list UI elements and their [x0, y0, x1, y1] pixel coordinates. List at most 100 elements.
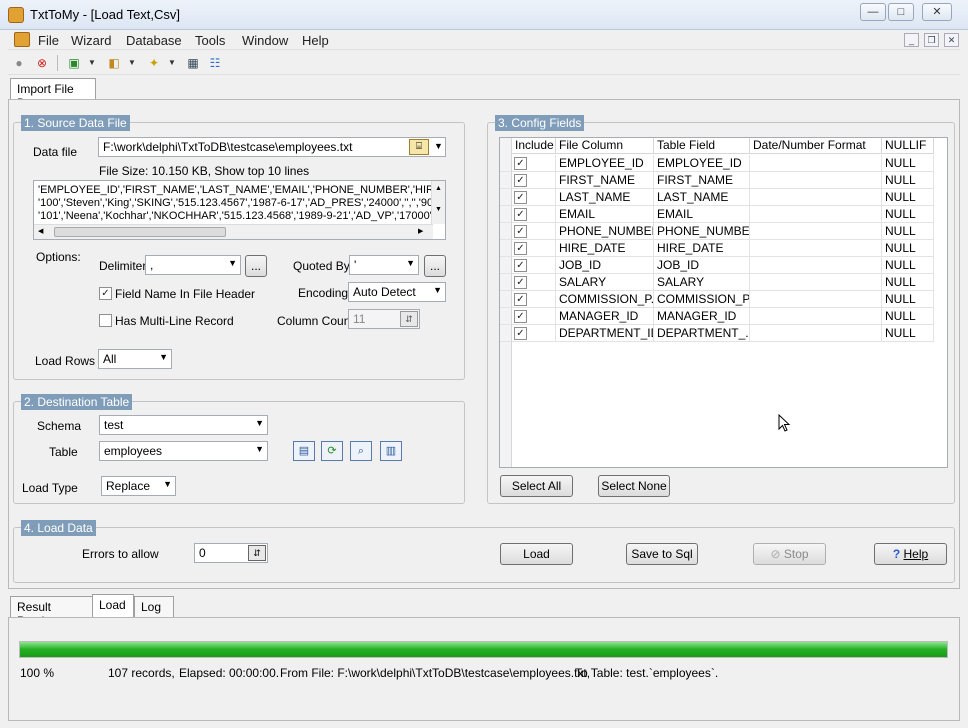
cell-format[interactable]	[750, 189, 882, 206]
save-to-sql-button[interactable]: Save to Sql	[626, 543, 698, 565]
load-rows-combo[interactable]: All ▼	[98, 349, 172, 369]
cell-nullif[interactable]: NULL	[882, 189, 934, 206]
tab-load[interactable]: Load	[92, 594, 134, 618]
close-button[interactable]: ✕	[922, 3, 952, 21]
scroll-thumb[interactable]	[54, 227, 226, 237]
stop-button[interactable]: ⊘ Stop	[753, 543, 826, 565]
chevron-down-icon[interactable]: ▼	[88, 55, 96, 71]
load-type-combo[interactable]: Replace ▼	[101, 476, 176, 496]
column-header-nullif[interactable]: NULLIF	[882, 138, 934, 154]
minimize-button[interactable]: —	[860, 3, 886, 21]
include-checkbox[interactable]: ✓	[514, 225, 527, 238]
help-button[interactable]: ? Help	[874, 543, 947, 565]
grid-icon[interactable]: ☷	[206, 54, 224, 72]
vertical-scrollbar[interactable]: ▲ ▼	[431, 181, 445, 224]
maximize-button[interactable]: □	[888, 3, 914, 21]
cell-nullif[interactable]: NULL	[882, 291, 934, 308]
cell-file-column[interactable]: PHONE_NUMBER	[556, 223, 654, 240]
table-columns-icon[interactable]: ▥	[380, 441, 402, 461]
row-header[interactable]	[500, 274, 512, 291]
wand-icon[interactable]: ✦	[145, 54, 163, 72]
quoted-by-more-button[interactable]: ...	[424, 255, 446, 277]
cell-format[interactable]	[750, 308, 882, 325]
menu-tools[interactable]: Tools	[195, 33, 225, 48]
cell-table-field[interactable]: DEPARTMENT_...	[654, 325, 750, 342]
column-count-spin[interactable]: 11 ⇵	[348, 309, 420, 329]
cell-table-field[interactable]: JOB_ID	[654, 257, 750, 274]
cell-file-column[interactable]: DEPARTMENT_ID	[556, 325, 654, 342]
cell-nullif[interactable]: NULL	[882, 223, 934, 240]
cell-format[interactable]	[750, 223, 882, 240]
cell-table-field[interactable]: SALARY	[654, 274, 750, 291]
table-combo[interactable]: employees ▼	[99, 441, 268, 461]
row-header[interactable]	[500, 189, 512, 206]
cell-file-column[interactable]: JOB_ID	[556, 257, 654, 274]
menu-window[interactable]: Window	[242, 33, 288, 48]
cell-file-column[interactable]: MANAGER_ID	[556, 308, 654, 325]
cell-format[interactable]	[750, 274, 882, 291]
cell-format[interactable]	[750, 325, 882, 342]
cell-nullif[interactable]: NULL	[882, 172, 934, 189]
cell-format[interactable]	[750, 291, 882, 308]
cell-file-column[interactable]: COMMISSION_P...	[556, 291, 654, 308]
cell-table-field[interactable]: HIRE_DATE	[654, 240, 750, 257]
row-header[interactable]	[500, 155, 512, 172]
load-icon[interactable]: ◧	[105, 54, 123, 72]
horizontal-scrollbar[interactable]: ◀ ▶	[34, 224, 433, 239]
row-header[interactable]	[500, 172, 512, 189]
cell-file-column[interactable]: EMPLOYEE_ID	[556, 155, 654, 172]
row-header[interactable]	[500, 308, 512, 325]
chevron-down-icon[interactable]: ▼	[434, 141, 443, 151]
mdi-app-icon[interactable]	[14, 32, 30, 47]
cell-file-column[interactable]: FIRST_NAME	[556, 172, 654, 189]
cell-file-column[interactable]: SALARY	[556, 274, 654, 291]
column-header-include[interactable]: Include	[512, 138, 556, 154]
cell-nullif[interactable]: NULL	[882, 308, 934, 325]
include-checkbox[interactable]: ✓	[514, 174, 527, 187]
open-folder-icon[interactable]: ⌸	[409, 139, 429, 155]
chevron-down-icon[interactable]: ▼	[168, 55, 176, 71]
cell-format[interactable]	[750, 155, 882, 172]
cell-format[interactable]	[750, 206, 882, 223]
quoted-by-combo[interactable]: ' ▼	[349, 255, 419, 275]
menu-wizard[interactable]: Wizard	[71, 33, 111, 48]
mdi-restore-button[interactable]: ❐	[924, 33, 939, 47]
load-button[interactable]: Load	[500, 543, 573, 565]
cell-table-field[interactable]: EMAIL	[654, 206, 750, 223]
tab-result-preview[interactable]: Result Preview	[10, 596, 93, 628]
include-checkbox[interactable]: ✓	[514, 259, 527, 272]
field-name-header-checkbox[interactable]: ✓	[99, 287, 112, 300]
mdi-minimize-button[interactable]: _	[904, 33, 919, 47]
row-header[interactable]	[500, 223, 512, 240]
scroll-left-icon[interactable]: ◀	[38, 227, 43, 235]
cell-file-column[interactable]: LAST_NAME	[556, 189, 654, 206]
menu-file[interactable]: File	[38, 33, 59, 48]
include-checkbox[interactable]: ✓	[514, 276, 527, 289]
cell-table-field[interactable]: COMMISSION_P...	[654, 291, 750, 308]
column-header-table-field[interactable]: Table Field	[654, 138, 750, 154]
menu-help[interactable]: Help	[302, 33, 329, 48]
tab-log[interactable]: Log	[134, 596, 174, 618]
include-checkbox[interactable]: ✓	[514, 208, 527, 221]
cell-nullif[interactable]: NULL	[882, 274, 934, 291]
cell-nullif[interactable]: NULL	[882, 240, 934, 257]
row-header[interactable]	[500, 240, 512, 257]
cell-table-field[interactable]: EMPLOYEE_ID	[654, 155, 750, 172]
row-header[interactable]	[500, 291, 512, 308]
scroll-up-icon[interactable]: ▲	[432, 185, 445, 192]
cell-nullif[interactable]: NULL	[882, 325, 934, 342]
multiline-checkbox[interactable]	[99, 314, 112, 327]
refresh-icon[interactable]: ▣	[65, 54, 83, 72]
cell-format[interactable]	[750, 172, 882, 189]
disconnect-icon[interactable]: ⊗	[33, 54, 51, 72]
cell-file-column[interactable]: EMAIL	[556, 206, 654, 223]
scroll-right-icon[interactable]: ▶	[418, 227, 423, 235]
cell-table-field[interactable]: PHONE_NUMBER	[654, 223, 750, 240]
scroll-down-icon[interactable]: ▼	[432, 206, 445, 213]
include-checkbox[interactable]: ✓	[514, 293, 527, 306]
include-checkbox[interactable]: ✓	[514, 242, 527, 255]
menu-database[interactable]: Database	[126, 33, 182, 48]
config-grid[interactable]: Include File Column Table Field Date/Num…	[499, 137, 948, 468]
tab-import-file-data[interactable]: Import File Data	[10, 78, 96, 110]
cell-table-field[interactable]: FIRST_NAME	[654, 172, 750, 189]
